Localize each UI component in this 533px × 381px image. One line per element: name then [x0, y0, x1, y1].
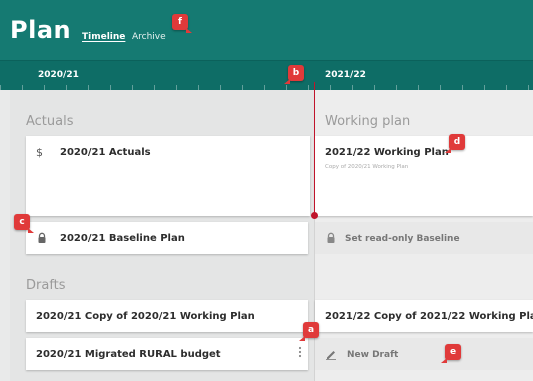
set-baseline-button[interactable]: Set read-only Baseline [315, 222, 533, 254]
draft-card-label: 2020/21 Copy of 2020/21 Working Plan [36, 311, 255, 322]
lock-icon [325, 232, 337, 244]
app-header: Plan Timeline Archive [0, 0, 533, 60]
baseline-plan-card-label: 2020/21 Baseline Plan [60, 233, 185, 244]
draft-card-label: 2021/22 Copy of 2021/22 Working Plan [325, 311, 533, 322]
callout-badge-c: c [14, 214, 34, 233]
draft-card[interactable]: 2021/22 Copy of 2021/22 Working Plan [315, 300, 533, 332]
baseline-plan-card[interactable]: 2020/21 Baseline Plan [26, 222, 308, 254]
timeline-bar: 2020/21 2021/22 [0, 60, 533, 90]
draft-card-label: 2020/21 Migrated RURAL budget [36, 349, 221, 360]
tab-archive[interactable]: Archive [132, 32, 166, 42]
set-baseline-label: Set read-only Baseline [345, 234, 460, 244]
working-plan-card[interactable]: 2021/22 Working Plan Copy of 2020/21 Wor… [315, 136, 533, 216]
new-draft-button[interactable]: New Draft [315, 338, 533, 370]
working-plan-card-label: 2021/22 Working Plan [325, 147, 449, 158]
actuals-card-label: 2020/21 Actuals [60, 147, 151, 158]
page-title: Plan [10, 16, 72, 44]
draft-card-rural[interactable]: 2020/21 Migrated RURAL budget [26, 338, 308, 370]
callout-badge-f: f [172, 14, 192, 33]
working-plan-card-subtext: Copy of 2020/21 Working Plan [325, 164, 409, 170]
kebab-menu-icon[interactable] [298, 345, 302, 359]
timeline-marker-line [314, 82, 315, 215]
dollar-icon: $ [36, 146, 43, 159]
callout-badge-e: e [441, 344, 461, 363]
timeline-marker-dot [311, 212, 318, 219]
pencil-icon [325, 348, 337, 360]
draft-card[interactable]: 2020/21 Copy of 2020/21 Working Plan [26, 300, 308, 332]
section-title-working-plan: Working plan [325, 114, 411, 129]
section-title-drafts: Drafts [26, 278, 66, 293]
actuals-card[interactable]: $ 2020/21 Actuals [26, 136, 310, 216]
callout-badge-b: b [284, 65, 304, 84]
lock-icon [36, 232, 48, 244]
section-title-actuals: Actuals [26, 114, 74, 129]
callout-badge-d: d [445, 134, 465, 153]
tab-timeline[interactable]: Timeline [82, 32, 125, 42]
period-label-2020-21: 2020/21 [38, 70, 79, 80]
callout-badge-a: a [299, 322, 319, 341]
new-draft-label: New Draft [347, 350, 399, 360]
period-label-2021-22: 2021/22 [325, 70, 366, 80]
